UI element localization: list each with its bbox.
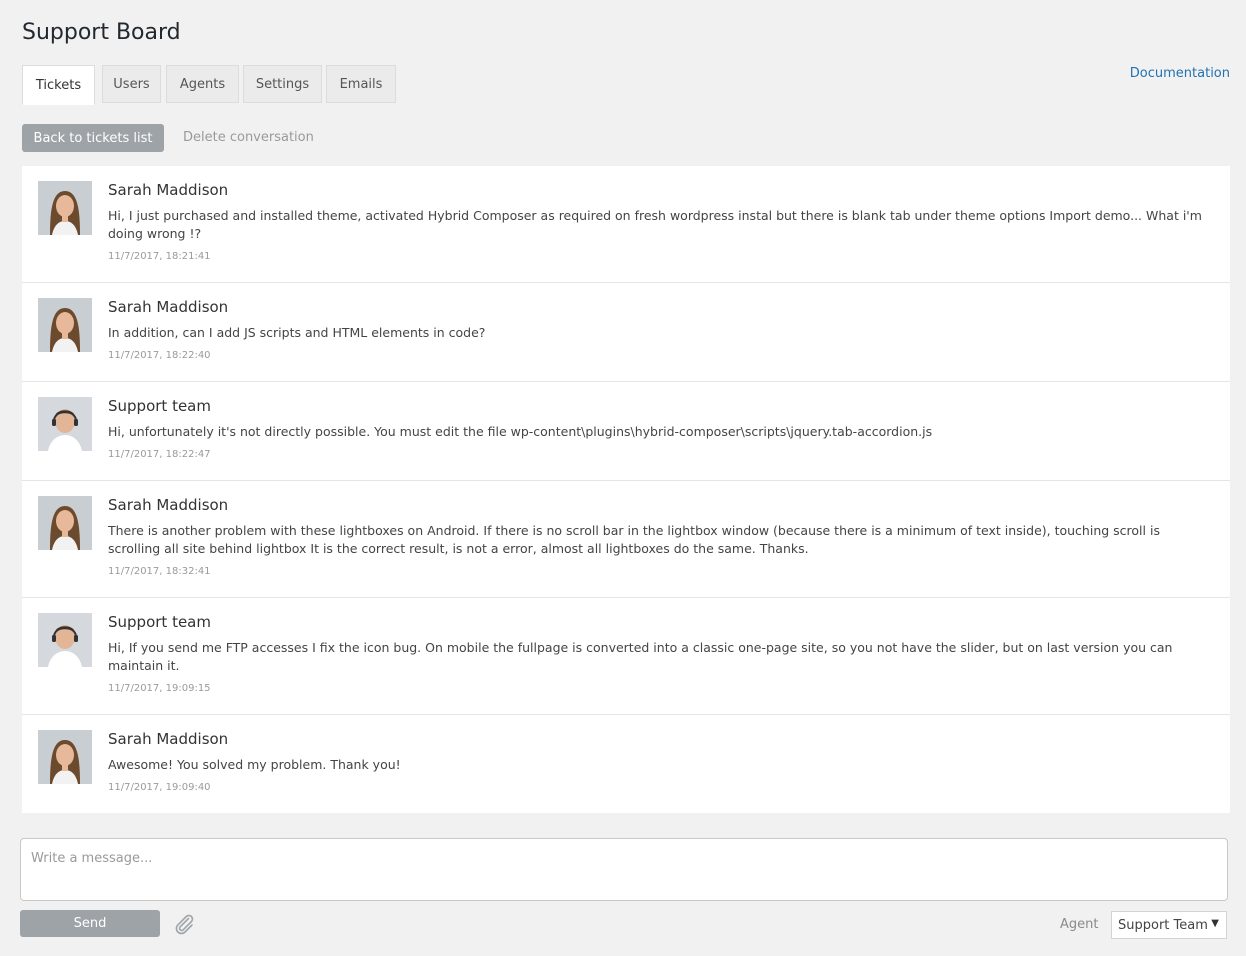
back-to-tickets-button[interactable]: Back to tickets list [22, 124, 164, 152]
paperclip-icon[interactable] [172, 912, 196, 936]
avatar [38, 181, 92, 235]
agent-select[interactable]: Support Team ▼ [1111, 911, 1227, 939]
avatar [38, 730, 92, 784]
avatar [38, 298, 92, 352]
tab-emails[interactable]: Emails [326, 65, 396, 103]
message-input[interactable] [20, 838, 1228, 901]
user-portrait-icon [38, 496, 92, 550]
agent-portrait-icon [38, 397, 92, 451]
message-item: Sarah Maddison There is another problem … [22, 481, 1230, 598]
message-item: Sarah Maddison Awesome! You solved my pr… [22, 715, 1230, 813]
message-item: Support team Hi, unfortunately it's not … [22, 382, 1230, 481]
agent-select-value: Support Team [1118, 917, 1208, 933]
avatar [38, 613, 92, 667]
tab-tickets[interactable]: Tickets [22, 65, 95, 105]
message-timestamp: 11/7/2017, 19:09:15 [108, 683, 211, 694]
message-author: Support team [108, 397, 211, 415]
message-timestamp: 11/7/2017, 19:09:40 [108, 782, 211, 793]
message-text: Hi, I just purchased and installed theme… [108, 208, 1202, 241]
tab-settings[interactable]: Settings [243, 65, 322, 103]
send-button[interactable]: Send [20, 910, 160, 937]
tab-users[interactable]: Users [102, 65, 161, 103]
message-text: There is another problem with these ligh… [108, 523, 1160, 556]
message-author: Sarah Maddison [108, 298, 229, 316]
message-timestamp: 11/7/2017, 18:21:41 [108, 251, 211, 262]
page-title: Support Board [22, 20, 181, 45]
message-text: Hi, If you send me FTP accesses I fix th… [108, 640, 1173, 673]
message-text: Hi, unfortunately it's not directly poss… [108, 424, 933, 439]
message-item: Sarah Maddison In addition, can I add JS… [22, 283, 1230, 382]
avatar [38, 397, 92, 451]
message-author: Support team [108, 613, 211, 631]
message-item: Sarah Maddison Hi, I just purchased and … [22, 166, 1230, 283]
documentation-link[interactable]: Documentation [1130, 66, 1230, 81]
message-item: Support team Hi, If you send me FTP acce… [22, 598, 1230, 715]
message-timestamp: 11/7/2017, 18:22:40 [108, 350, 211, 361]
message-timestamp: 11/7/2017, 18:32:41 [108, 566, 211, 577]
user-portrait-icon [38, 298, 92, 352]
avatar [38, 496, 92, 550]
agent-label: Agent [1060, 917, 1099, 932]
message-timestamp: 11/7/2017, 18:22:47 [108, 449, 211, 460]
user-portrait-icon [38, 181, 92, 235]
delete-conversation-button[interactable]: Delete conversation [183, 130, 314, 145]
user-portrait-icon [38, 730, 92, 784]
message-author: Sarah Maddison [108, 496, 229, 514]
conversation-list: Sarah Maddison Hi, I just purchased and … [22, 166, 1230, 813]
chevron-down-icon: ▼ [1211, 918, 1219, 929]
message-author: Sarah Maddison [108, 730, 229, 748]
message-author: Sarah Maddison [108, 181, 229, 199]
message-text: In addition, can I add JS scripts and HT… [108, 325, 486, 340]
tab-agents[interactable]: Agents [166, 65, 239, 103]
agent-portrait-icon [38, 613, 92, 667]
message-text: Awesome! You solved my problem. Thank yo… [108, 757, 401, 772]
